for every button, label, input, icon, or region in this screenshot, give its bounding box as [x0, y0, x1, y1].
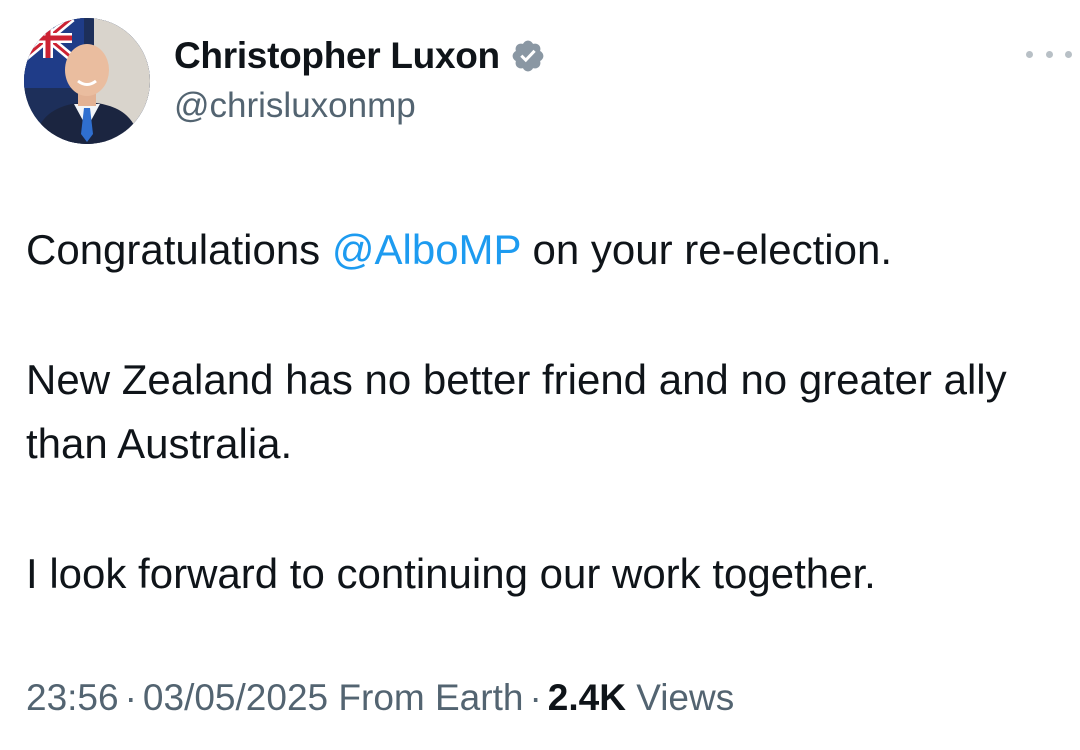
meta-separator: · [124, 677, 137, 718]
tweet-paragraph-2: New Zealand has no better friend and no … [26, 356, 1007, 467]
tweet-paragraph-1: Congratulations @AlboMP on your re-elect… [26, 218, 1066, 282]
verified-badge-icon [510, 38, 546, 74]
more-dot [1045, 50, 1053, 58]
display-name[interactable]: Christopher Luxon [174, 35, 500, 77]
source-label: From Earth [338, 677, 524, 718]
more-options-icon[interactable] [1026, 44, 1072, 64]
tweet-text: Congratulations @AlboMP on your re-elect… [26, 218, 1066, 606]
tweet-meta: 23:56 · 03/05/2025 From Earth · 2.4K Views [26, 677, 734, 719]
handle[interactable]: @chrisluxonmp [174, 86, 546, 126]
more-dot [1065, 50, 1072, 58]
author-block: Christopher Luxon @chrisluxonmp [174, 34, 546, 126]
meta-separator: · [529, 677, 542, 718]
views-count[interactable]: 2.4K [548, 677, 626, 718]
tweet-paragraph-3: I look forward to continuing our work to… [26, 550, 876, 597]
timestamp-date[interactable]: 03/05/2025 [143, 677, 328, 718]
name-row: Christopher Luxon [174, 34, 546, 78]
paragraph-1-suffix: on your re-election. [520, 226, 893, 273]
paragraph-1-prefix: Congratulations [26, 226, 332, 273]
timestamp-time[interactable]: 23:56 [26, 677, 119, 718]
avatar[interactable] [24, 18, 150, 144]
mention-link[interactable]: @AlboMP [332, 226, 521, 273]
profile-photo-icon [24, 18, 150, 144]
views-label: Views [636, 677, 735, 718]
tweet-card: Christopher Luxon @chrisluxonmp Congratu… [0, 0, 1080, 750]
more-dot [1026, 50, 1033, 58]
